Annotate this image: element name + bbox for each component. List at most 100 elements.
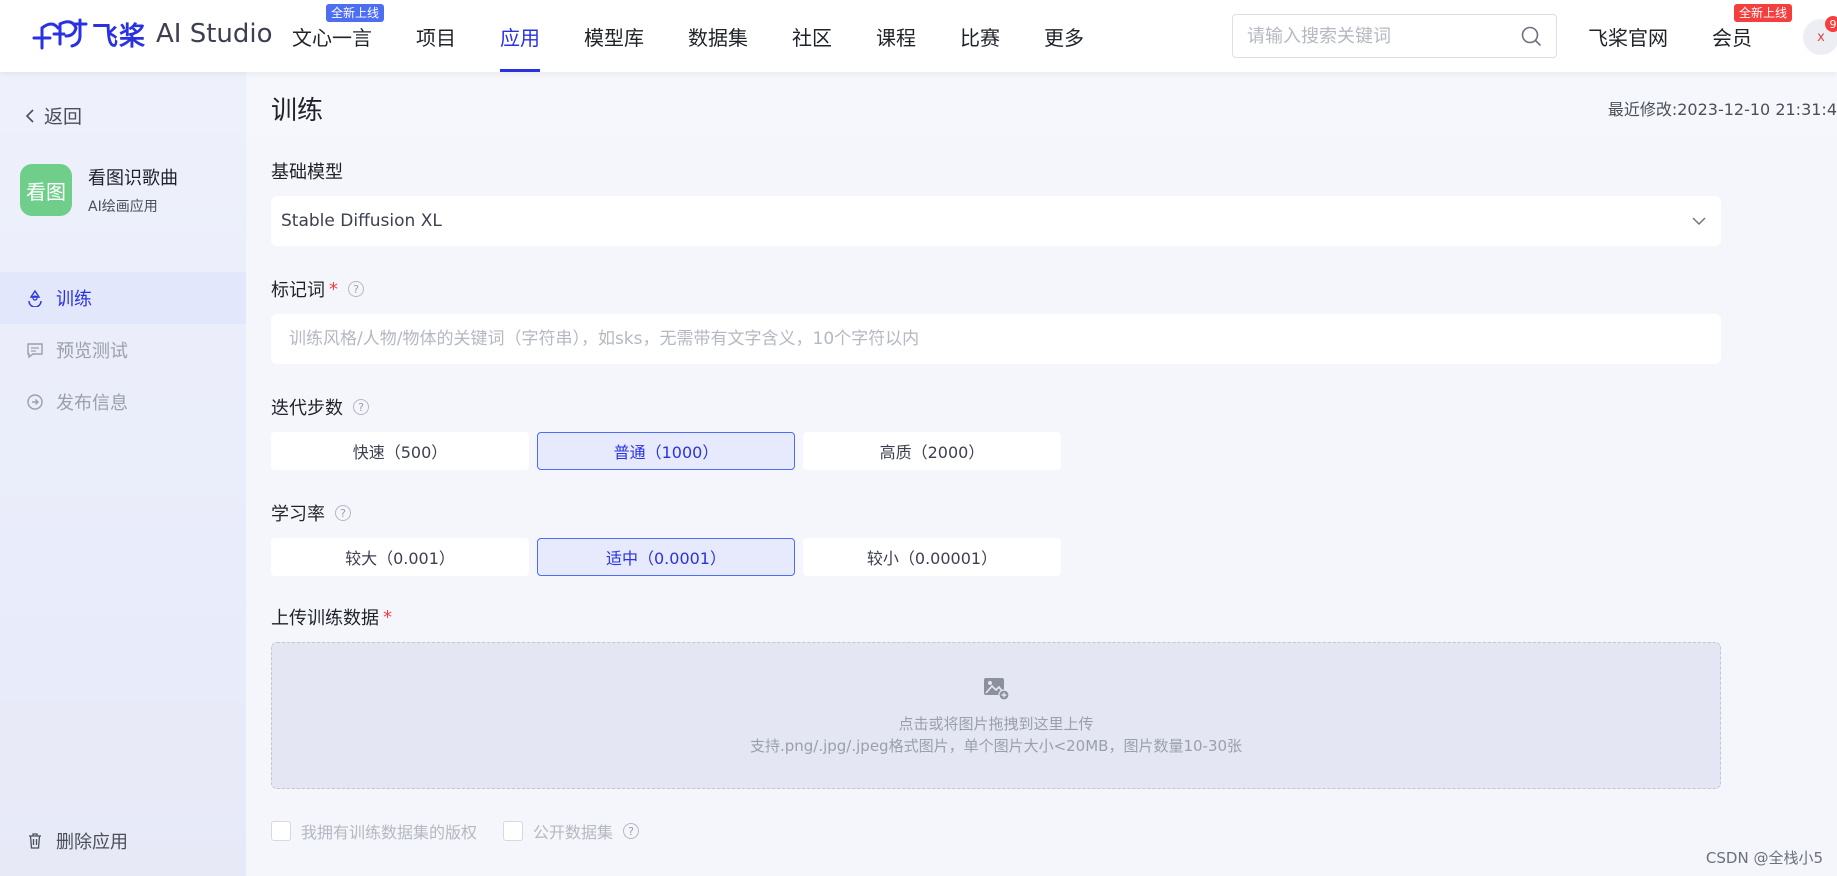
last-modified-label: 最近修改: <box>1607 100 1678 119</box>
upload-hint: 点击或将图片拖拽到这里上传 <box>898 714 1094 733</box>
main-nav: 文心一言 全新上线 项目 应用 模型库 数据集 社区 课程 比赛 更多 <box>292 0 1128 72</box>
back-label: 返回 <box>44 106 83 128</box>
brand-name-cn: 飞桨 <box>92 21 147 52</box>
app-icon-text: 看图 <box>26 179 66 204</box>
nav-item-label: 模型库 <box>584 25 644 50</box>
nav-item-wenxin[interactable]: 文心一言 全新上线 <box>292 0 384 72</box>
nav-item-courses[interactable]: 课程 <box>876 0 916 72</box>
learning-rate-options: 较大（0.001） 适中（0.0001） 较小（0.00001） <box>271 538 1721 576</box>
delete-app-button[interactable]: 删除应用 <box>26 828 128 854</box>
tag-word-field: 标记词 * ? <box>271 276 1721 364</box>
official-site-link[interactable]: 飞桨官网 <box>1588 0 1668 72</box>
nav-item-label: 项目 <box>416 25 456 50</box>
sidebar-item-label: 预览测试 <box>56 341 128 362</box>
chevron-down-icon <box>1692 217 1706 225</box>
help-icon[interactable]: ? <box>348 281 364 297</box>
nav-item-community[interactable]: 社区 <box>792 0 832 72</box>
iterations-field: 迭代步数 ? 快速（500） 普通（1000） 高质（2000） <box>271 394 1721 470</box>
field-label: 基础模型 <box>271 158 1721 184</box>
brand-logo[interactable]: 飞桨 AI Studio <box>30 14 273 54</box>
upload-label: 上传训练数据 <box>271 608 379 629</box>
main-content: 训练 最近修改:2023-12-10 21:31:4 基础模型 Stable D… <box>246 72 1837 876</box>
last-modified-value: 2023-12-10 21:31:4 <box>1677 100 1837 119</box>
upload-dropzone[interactable]: 点击或将图片拖拽到这里上传 支持.png/.jpg/.jpeg格式图片，单个图片… <box>271 642 1721 789</box>
iterations-label: 迭代步数 <box>271 398 343 419</box>
learning-rate-label: 学习率 <box>271 504 325 525</box>
sidebar-item-preview[interactable]: 预览测试 <box>0 324 246 376</box>
page-title: 训练 <box>271 96 324 126</box>
watermark: CSDN @全栈小5 <box>1705 849 1823 867</box>
app-card: 看图 看图识歌曲 AI绘画应用 <box>20 164 178 216</box>
learning-rate-option-medium[interactable]: 适中（0.0001） <box>537 538 795 576</box>
public-dataset-label: 公开数据集 <box>533 823 614 842</box>
official-site-label: 飞桨官网 <box>1588 25 1668 50</box>
help-icon[interactable]: ? <box>335 505 351 521</box>
nav-item-competitions[interactable]: 比赛 <box>960 0 1000 72</box>
tag-word-input-wrap <box>271 314 1721 364</box>
field-label: 学习率 ? <box>271 500 1721 526</box>
search-input[interactable] <box>1247 25 1520 47</box>
search-icon[interactable] <box>1520 25 1542 47</box>
nav-item-datasets[interactable]: 数据集 <box>688 0 748 72</box>
learning-rate-option-small[interactable]: 较小（0.00001） <box>803 538 1061 576</box>
back-button[interactable]: 返回 <box>24 102 82 129</box>
upload-field: 上传训练数据 * 点击或将图片拖拽到这里上传 支持.png/.jpg/.jpeg… <box>271 604 1721 789</box>
arrow-circle-icon <box>27 394 43 410</box>
base-model-value: Stable Diffusion XL <box>281 211 442 231</box>
nav-item-models[interactable]: 模型库 <box>584 0 644 72</box>
paddle-logo-icon <box>32 18 88 50</box>
search-box[interactable] <box>1232 14 1557 58</box>
nav-item-label: 数据集 <box>688 25 748 50</box>
required-mark: * <box>383 606 392 628</box>
last-modified: 最近修改:2023-12-10 21:31:4 <box>1608 96 1837 120</box>
notification-count: 9 <box>1829 17 1837 31</box>
base-model-field: 基础模型 Stable Diffusion XL <box>271 158 1721 246</box>
new-badge: 全新上线 <box>1733 4 1792 22</box>
app-type: AI绘画应用 <box>88 199 158 215</box>
iterations-option-high[interactable]: 高质（2000） <box>803 432 1061 470</box>
nav-item-label: 文心一言 <box>292 25 372 50</box>
base-model-label: 基础模型 <box>271 162 343 183</box>
required-mark: * <box>329 278 338 300</box>
new-badge: 全新上线 <box>325 4 384 22</box>
copyright-checkbox[interactable]: 我拥有训练数据集的版权 <box>271 819 477 843</box>
help-icon[interactable]: ? <box>353 399 369 415</box>
tag-word-input[interactable] <box>289 329 1703 349</box>
nav-item-label: 课程 <box>876 25 916 50</box>
iterations-option-fast[interactable]: 快速（500） <box>271 432 529 470</box>
nav-item-more[interactable]: 更多 <box>1044 0 1084 72</box>
nav-item-label: 比赛 <box>960 25 1000 50</box>
member-link[interactable]: 会员 全新上线 <box>1712 0 1792 72</box>
sidebar: 返回 看图 看图识歌曲 AI绘画应用 训练 预览测试 发布信息 删除应用 <box>0 72 246 876</box>
trash-icon <box>29 833 41 849</box>
app-icon: 看图 <box>20 164 72 216</box>
sidebar-menu: 训练 预览测试 发布信息 <box>0 272 246 428</box>
avatar-text: x <box>1817 29 1825 45</box>
delete-app-label: 删除应用 <box>56 832 128 853</box>
sidebar-item-publish[interactable]: 发布信息 <box>0 376 246 428</box>
app-name: 看图识歌曲 <box>88 168 178 189</box>
sidebar-item-train[interactable]: 训练 <box>0 272 246 324</box>
nav-item-label: 社区 <box>792 25 832 50</box>
sidebar-item-label: 训练 <box>56 289 92 310</box>
brand-name-en: AI Studio <box>156 19 273 49</box>
notification-badge: 9 <box>1825 16 1837 32</box>
learning-rate-option-large[interactable]: 较大（0.001） <box>271 538 529 576</box>
base-model-select[interactable]: Stable Diffusion XL <box>271 196 1721 246</box>
nav-item-apps[interactable]: 应用 <box>500 0 540 72</box>
dataset-options: 我拥有训练数据集的版权 公开数据集 ? <box>271 819 1721 843</box>
public-dataset-checkbox[interactable]: 公开数据集 ? <box>503 819 640 843</box>
field-label: 上传训练数据 * <box>271 604 1721 630</box>
help-icon[interactable]: ? <box>623 823 640 839</box>
upload-requirements: 支持.png/.jpg/.jpeg格式图片，单个图片大小<20MB，图片数量10… <box>749 736 1243 755</box>
checkbox[interactable] <box>271 821 291 841</box>
checkbox[interactable] <box>503 821 524 841</box>
iterations-options: 快速（500） 普通（1000） 高质（2000） <box>271 432 1721 470</box>
image-upload-icon <box>984 677 1010 701</box>
chat-icon <box>27 343 43 359</box>
sidebar-item-label: 发布信息 <box>56 393 128 414</box>
learning-rate-field: 学习率 ? 较大（0.001） 适中（0.0001） 较小（0.00001） <box>271 500 1721 576</box>
iterations-option-normal[interactable]: 普通（1000） <box>537 432 795 470</box>
nav-item-projects[interactable]: 项目 <box>416 0 456 72</box>
chevron-left-icon <box>25 108 34 123</box>
